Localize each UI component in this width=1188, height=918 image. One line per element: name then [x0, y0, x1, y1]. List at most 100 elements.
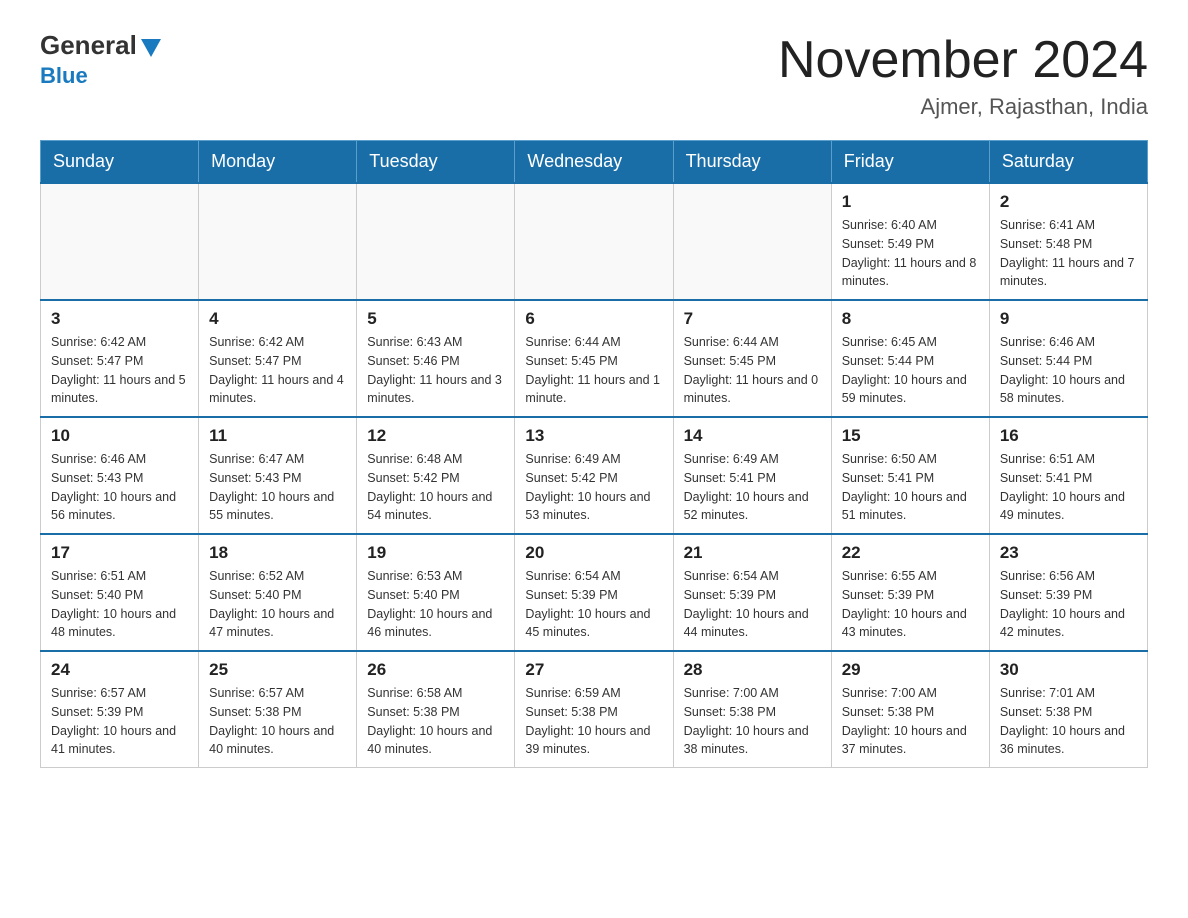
logo-text: General	[40, 30, 161, 61]
location-title: Ajmer, Rajasthan, India	[778, 94, 1148, 120]
day-info: Sunrise: 7:01 AM Sunset: 5:38 PM Dayligh…	[1000, 684, 1137, 759]
day-info: Sunrise: 6:46 AM Sunset: 5:43 PM Dayligh…	[51, 450, 188, 525]
day-number: 19	[367, 543, 504, 563]
day-info: Sunrise: 6:57 AM Sunset: 5:38 PM Dayligh…	[209, 684, 346, 759]
day-number: 29	[842, 660, 979, 680]
day-info: Sunrise: 6:53 AM Sunset: 5:40 PM Dayligh…	[367, 567, 504, 642]
month-title: November 2024	[778, 30, 1148, 90]
day-info: Sunrise: 6:56 AM Sunset: 5:39 PM Dayligh…	[1000, 567, 1137, 642]
logo-general: General	[40, 30, 137, 61]
day-number: 21	[684, 543, 821, 563]
weekday-header-sunday: Sunday	[41, 141, 199, 184]
calendar-cell	[41, 183, 199, 300]
calendar-cell: 14 Sunrise: 6:49 AM Sunset: 5:41 PM Dayli…	[673, 417, 831, 534]
week-row-4: 17Sunrise: 6:51 AM Sunset: 5:40 PM Dayli…	[41, 534, 1148, 651]
day-number: 9	[1000, 309, 1137, 329]
calendar-cell: 30 Sunrise: 7:01 AM Sunset: 5:38 PM Dayli…	[989, 651, 1147, 768]
calendar-cell: 13 Sunrise: 6:49 AM Sunset: 5:42 PM Dayli…	[515, 417, 673, 534]
weekday-header-monday: Monday	[199, 141, 357, 184]
day-info: Sunrise: 6:48 AM Sunset: 5:42 PM Dayligh…	[367, 450, 504, 525]
day-number: 20	[525, 543, 662, 563]
day-info: Sunrise: 6:45 AM Sunset: 5:44 PM Dayligh…	[842, 333, 979, 408]
day-number: 12	[367, 426, 504, 446]
day-number: 4	[209, 309, 346, 329]
day-info: Sunrise: 7:00 AM Sunset: 5:38 PM Dayligh…	[842, 684, 979, 759]
calendar-cell: 6Sunrise: 6:44 AM Sunset: 5:45 PM Daylig…	[515, 300, 673, 417]
day-number: 13	[525, 426, 662, 446]
calendar-cell: 15Sunrise: 6:50 AM Sunset: 5:41 PM Dayli…	[831, 417, 989, 534]
day-number: 23	[1000, 543, 1137, 563]
day-info: Sunrise: 6:43 AM Sunset: 5:46 PM Dayligh…	[367, 333, 504, 408]
weekday-header-wednesday: Wednesday	[515, 141, 673, 184]
week-row-5: 24 Sunrise: 6:57 AM Sunset: 5:39 PM Dayli…	[41, 651, 1148, 768]
week-row-2: 3Sunrise: 6:42 AM Sunset: 5:47 PM Daylig…	[41, 300, 1148, 417]
weekday-header-friday: Friday	[831, 141, 989, 184]
day-info: Sunrise: 6:44 AM Sunset: 5:45 PM Dayligh…	[684, 333, 821, 408]
logo-triangle-icon	[141, 39, 161, 57]
day-number: 1	[842, 192, 979, 212]
day-info: Sunrise: 6:55 AM Sunset: 5:39 PM Dayligh…	[842, 567, 979, 642]
calendar-cell: 18 Sunrise: 6:52 AM Sunset: 5:40 PM Dayli…	[199, 534, 357, 651]
day-number: 26	[367, 660, 504, 680]
week-row-1: 1 Sunrise: 6:40 AM Sunset: 5:49 PM Daylig…	[41, 183, 1148, 300]
day-info: Sunrise: 6:44 AM Sunset: 5:45 PM Dayligh…	[525, 333, 662, 408]
day-info: Sunrise: 6:58 AM Sunset: 5:38 PM Dayligh…	[367, 684, 504, 759]
logo-blue: Blue	[40, 63, 88, 89]
calendar-cell: 1 Sunrise: 6:40 AM Sunset: 5:49 PM Daylig…	[831, 183, 989, 300]
calendar-cell: 9 Sunrise: 6:46 AM Sunset: 5:44 PM Daylig…	[989, 300, 1147, 417]
calendar-cell: 5Sunrise: 6:43 AM Sunset: 5:46 PM Daylig…	[357, 300, 515, 417]
calendar-cell: 2 Sunrise: 6:41 AM Sunset: 5:48 PM Daylig…	[989, 183, 1147, 300]
day-number: 25	[209, 660, 346, 680]
day-info: Sunrise: 6:50 AM Sunset: 5:41 PM Dayligh…	[842, 450, 979, 525]
day-info: Sunrise: 6:54 AM Sunset: 5:39 PM Dayligh…	[525, 567, 662, 642]
weekday-header-thursday: Thursday	[673, 141, 831, 184]
calendar-cell	[199, 183, 357, 300]
day-number: 18	[209, 543, 346, 563]
day-number: 17	[51, 543, 188, 563]
day-info: Sunrise: 6:49 AM Sunset: 5:41 PM Dayligh…	[684, 450, 821, 525]
day-number: 7	[684, 309, 821, 329]
day-number: 28	[684, 660, 821, 680]
calendar-cell: 4 Sunrise: 6:42 AM Sunset: 5:47 PM Daylig…	[199, 300, 357, 417]
calendar-cell: 16 Sunrise: 6:51 AM Sunset: 5:41 PM Dayli…	[989, 417, 1147, 534]
day-number: 27	[525, 660, 662, 680]
day-number: 8	[842, 309, 979, 329]
calendar-cell: 17Sunrise: 6:51 AM Sunset: 5:40 PM Dayli…	[41, 534, 199, 651]
day-info: Sunrise: 6:42 AM Sunset: 5:47 PM Dayligh…	[51, 333, 188, 408]
day-info: Sunrise: 6:46 AM Sunset: 5:44 PM Dayligh…	[1000, 333, 1137, 408]
calendar-cell: 19 Sunrise: 6:53 AM Sunset: 5:40 PM Dayli…	[357, 534, 515, 651]
day-number: 14	[684, 426, 821, 446]
day-number: 10	[51, 426, 188, 446]
day-info: Sunrise: 6:51 AM Sunset: 5:41 PM Dayligh…	[1000, 450, 1137, 525]
calendar-table: SundayMondayTuesdayWednesdayThursdayFrid…	[40, 140, 1148, 768]
day-number: 11	[209, 426, 346, 446]
day-info: Sunrise: 6:52 AM Sunset: 5:40 PM Dayligh…	[209, 567, 346, 642]
day-info: Sunrise: 6:49 AM Sunset: 5:42 PM Dayligh…	[525, 450, 662, 525]
calendar-cell	[357, 183, 515, 300]
calendar-cell: 29 Sunrise: 7:00 AM Sunset: 5:38 PM Dayli…	[831, 651, 989, 768]
day-number: 2	[1000, 192, 1137, 212]
day-info: Sunrise: 6:41 AM Sunset: 5:48 PM Dayligh…	[1000, 216, 1137, 291]
calendar-cell	[673, 183, 831, 300]
day-number: 16	[1000, 426, 1137, 446]
title-block: November 2024 Ajmer, Rajasthan, India	[778, 30, 1148, 120]
day-info: Sunrise: 6:47 AM Sunset: 5:43 PM Dayligh…	[209, 450, 346, 525]
calendar-cell: 24 Sunrise: 6:57 AM Sunset: 5:39 PM Dayli…	[41, 651, 199, 768]
calendar-cell: 28 Sunrise: 7:00 AM Sunset: 5:38 PM Dayli…	[673, 651, 831, 768]
day-info: Sunrise: 6:42 AM Sunset: 5:47 PM Dayligh…	[209, 333, 346, 408]
day-info: Sunrise: 6:40 AM Sunset: 5:49 PM Dayligh…	[842, 216, 979, 291]
calendar-cell: 3Sunrise: 6:42 AM Sunset: 5:47 PM Daylig…	[41, 300, 199, 417]
day-info: Sunrise: 7:00 AM Sunset: 5:38 PM Dayligh…	[684, 684, 821, 759]
calendar-cell: 7 Sunrise: 6:44 AM Sunset: 5:45 PM Daylig…	[673, 300, 831, 417]
calendar-cell: 26 Sunrise: 6:58 AM Sunset: 5:38 PM Dayli…	[357, 651, 515, 768]
calendar-cell: 27Sunrise: 6:59 AM Sunset: 5:38 PM Dayli…	[515, 651, 673, 768]
day-number: 30	[1000, 660, 1137, 680]
calendar-cell: 20 Sunrise: 6:54 AM Sunset: 5:39 PM Dayli…	[515, 534, 673, 651]
day-info: Sunrise: 6:57 AM Sunset: 5:39 PM Dayligh…	[51, 684, 188, 759]
day-info: Sunrise: 6:54 AM Sunset: 5:39 PM Dayligh…	[684, 567, 821, 642]
calendar-header-row: SundayMondayTuesdayWednesdayThursdayFrid…	[41, 141, 1148, 184]
week-row-3: 10 Sunrise: 6:46 AM Sunset: 5:43 PM Dayli…	[41, 417, 1148, 534]
day-number: 24	[51, 660, 188, 680]
day-number: 22	[842, 543, 979, 563]
weekday-header-tuesday: Tuesday	[357, 141, 515, 184]
